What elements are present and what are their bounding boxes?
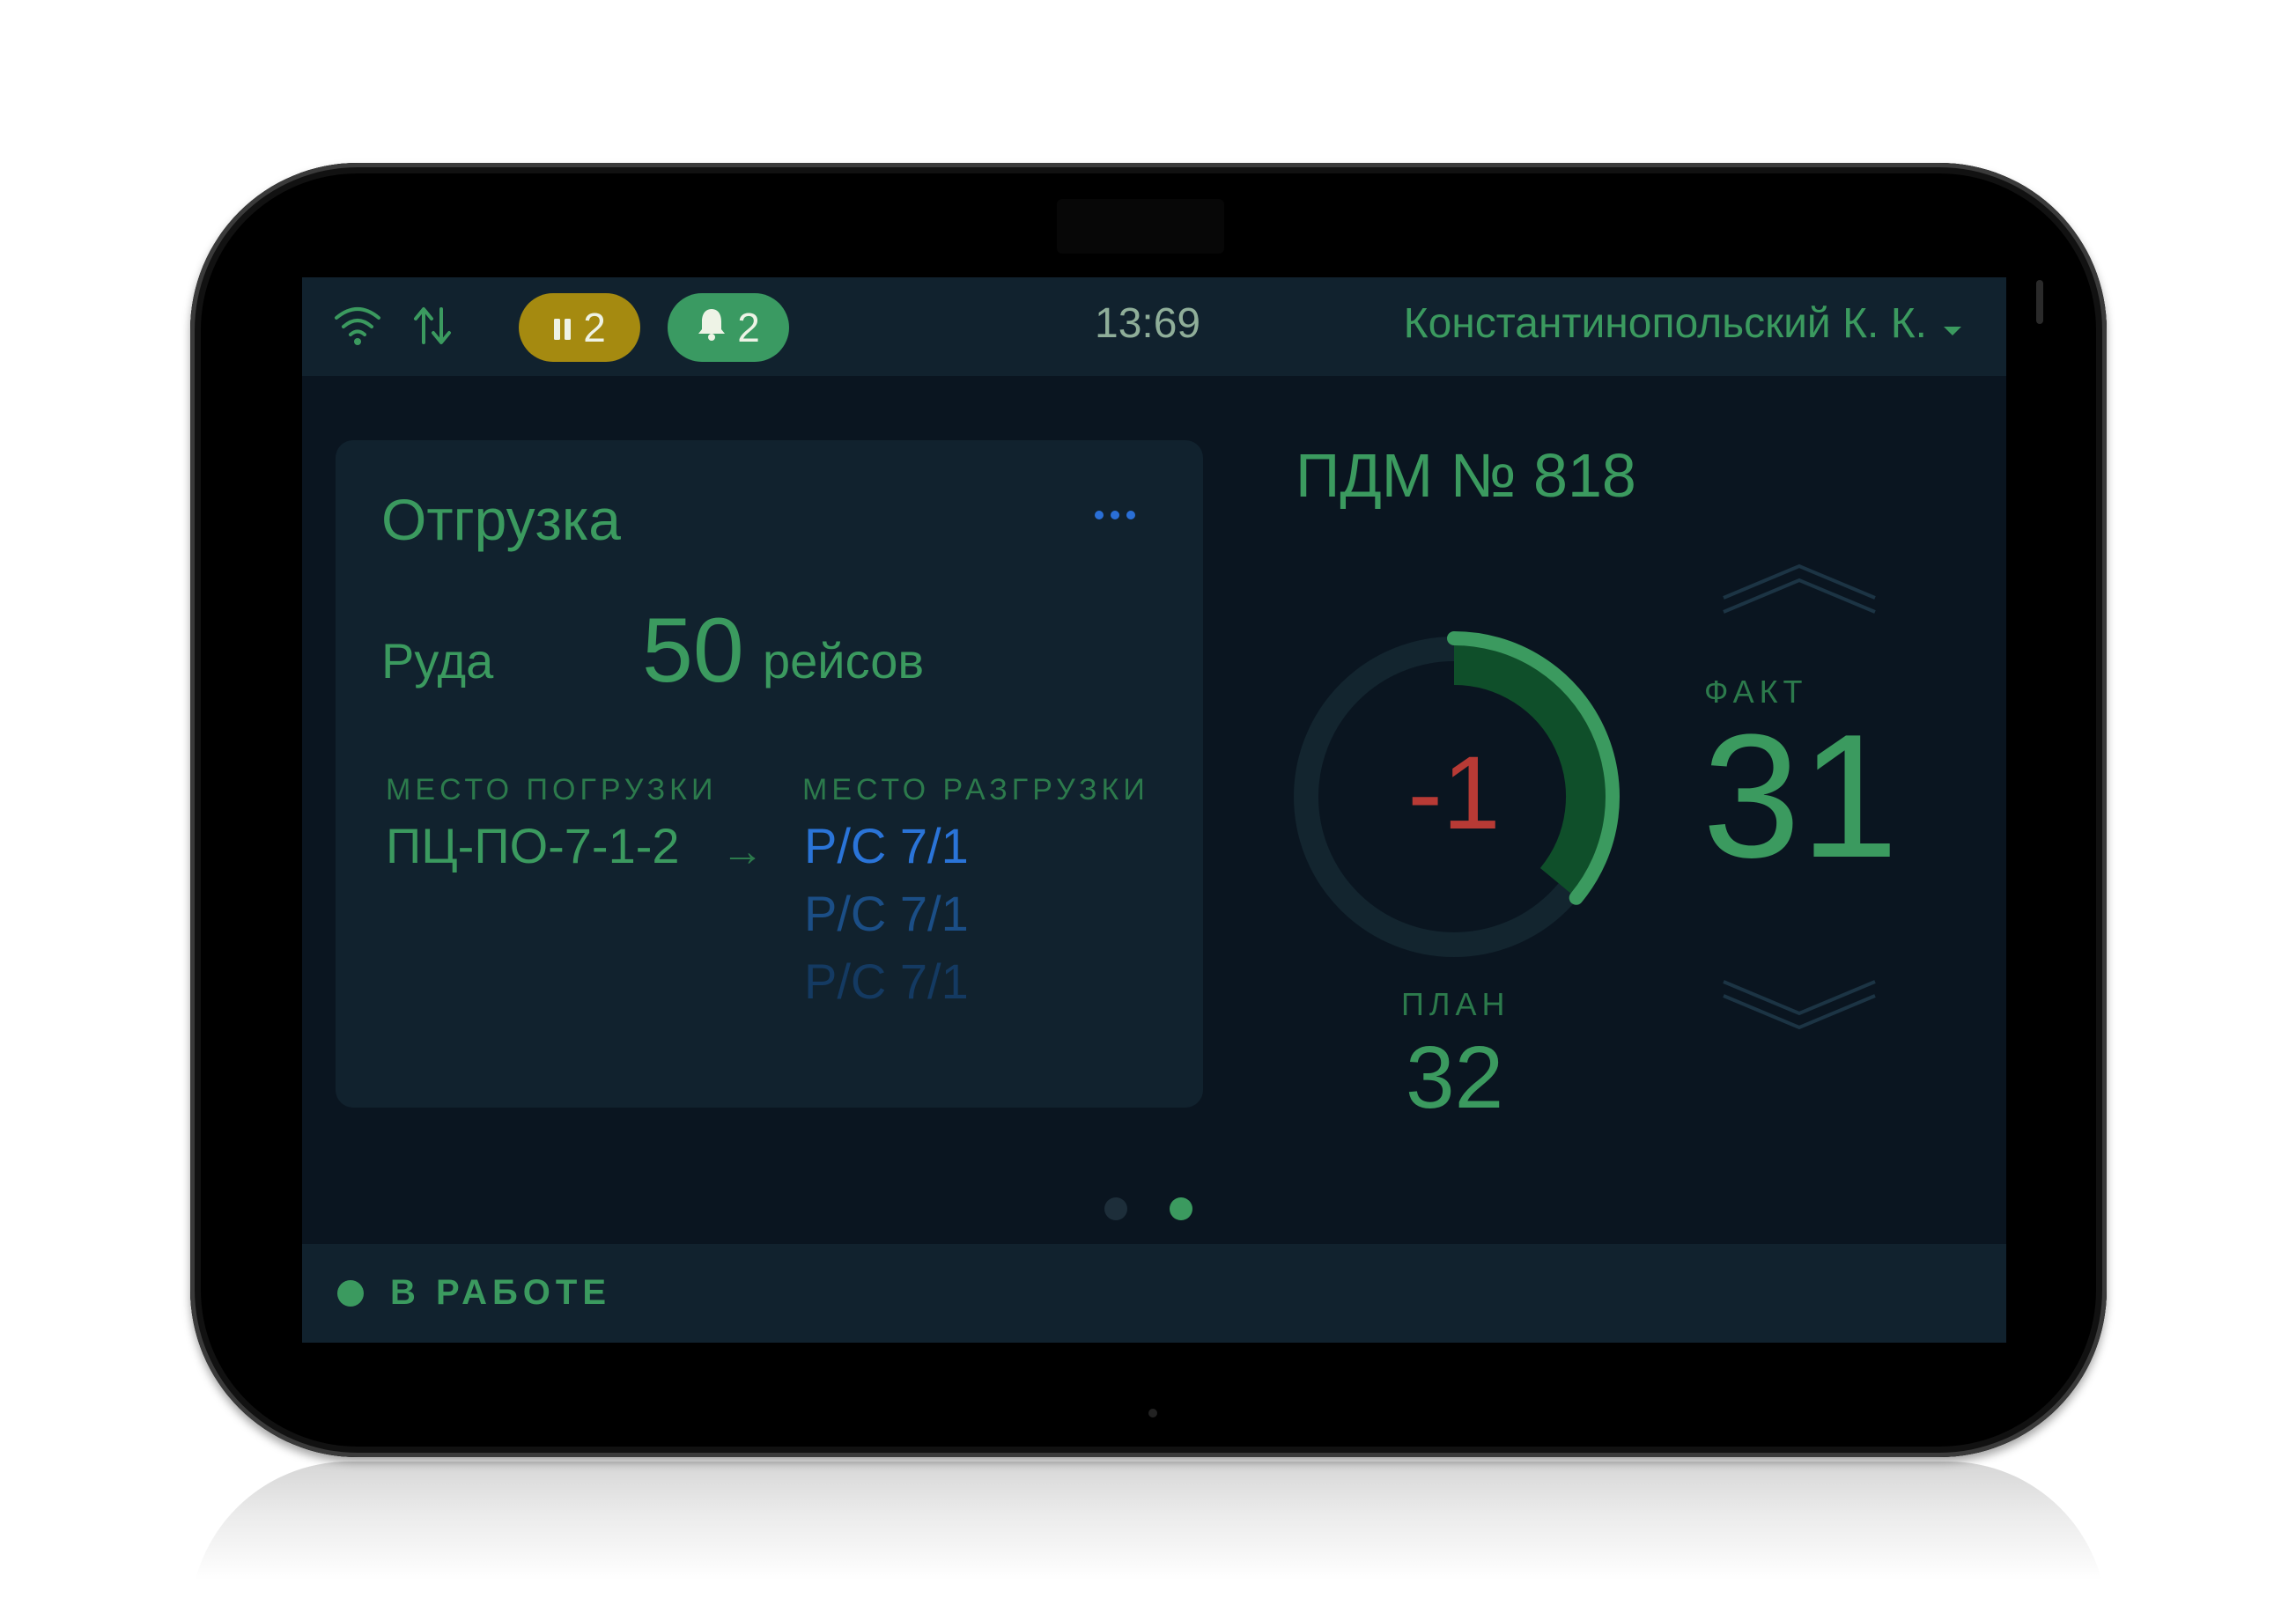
user-menu[interactable]: Константинопольский К. К. [1404,299,1962,348]
status-bar: 2 2 13:69 Константинопольский К. К. [302,277,2006,376]
chevron-down-icon[interactable] [1720,973,1879,1035]
status-footer: В РАБОТЕ [302,1244,2006,1343]
clock: 13:69 [1095,300,1201,347]
load-place: ПЦ-ПО-7-1-2 [386,818,680,873]
alerts-count: 2 [737,305,760,350]
plan-difference: -1 [1407,735,1501,851]
caret-down-icon [1943,299,1962,348]
plan-label: ПЛАН [1401,986,1510,1022]
unload-place-label: МЕСТО РАЗГРУЗКИ [802,773,1149,806]
page-dot-active[interactable] [1170,1197,1192,1220]
pause-icon [553,304,572,351]
paused-count: 2 [583,305,606,350]
bell-icon [697,304,727,351]
task-card[interactable]: Отгрузка Руда 50 рейсов МЕСТО ПОГРУЗКИ П… [336,440,1203,1108]
trips-unit: рейсов [763,633,925,688]
unload-place-item[interactable]: Р/С 7/1 [804,953,969,1010]
chevron-up-icon[interactable] [1720,559,1879,621]
sync-arrows-icon [412,304,453,352]
work-status: В РАБОТЕ [390,1273,612,1312]
paused-badge[interactable]: 2 [519,293,640,362]
task-title: Отгрузка [381,487,621,552]
unload-place-item[interactable]: Р/С 7/1 [804,885,969,942]
camera-notch [1057,199,1224,254]
user-name: Константинопольский К. К. [1403,300,1927,347]
arrow-right-icon: → [721,828,764,875]
tablet-reflection [190,1462,2107,1620]
trips-count: 50 [642,600,744,702]
page-dot[interactable] [1104,1197,1127,1220]
load-place-label: МЕСТО ПОГРУЗКИ [386,773,718,806]
cargo-name: Руда [381,633,494,688]
wifi-icon [333,304,382,352]
alerts-badge[interactable]: 2 [668,293,789,362]
plan-value: 32 [1406,1028,1504,1127]
fact-value: 31 [1702,698,1899,895]
unload-place-item[interactable]: Р/С 7/1 [804,817,969,874]
page-indicator [1104,1197,1192,1220]
side-button [2036,280,2043,324]
more-icon[interactable] [1095,511,1135,519]
sensor-dot [1148,1409,1157,1418]
vehicle-title: ПДМ № 818 [1296,441,1636,510]
app-screen: 2 2 13:69 Константинопольский К. К. Отгр… [302,277,2006,1343]
status-indicator [337,1280,364,1307]
